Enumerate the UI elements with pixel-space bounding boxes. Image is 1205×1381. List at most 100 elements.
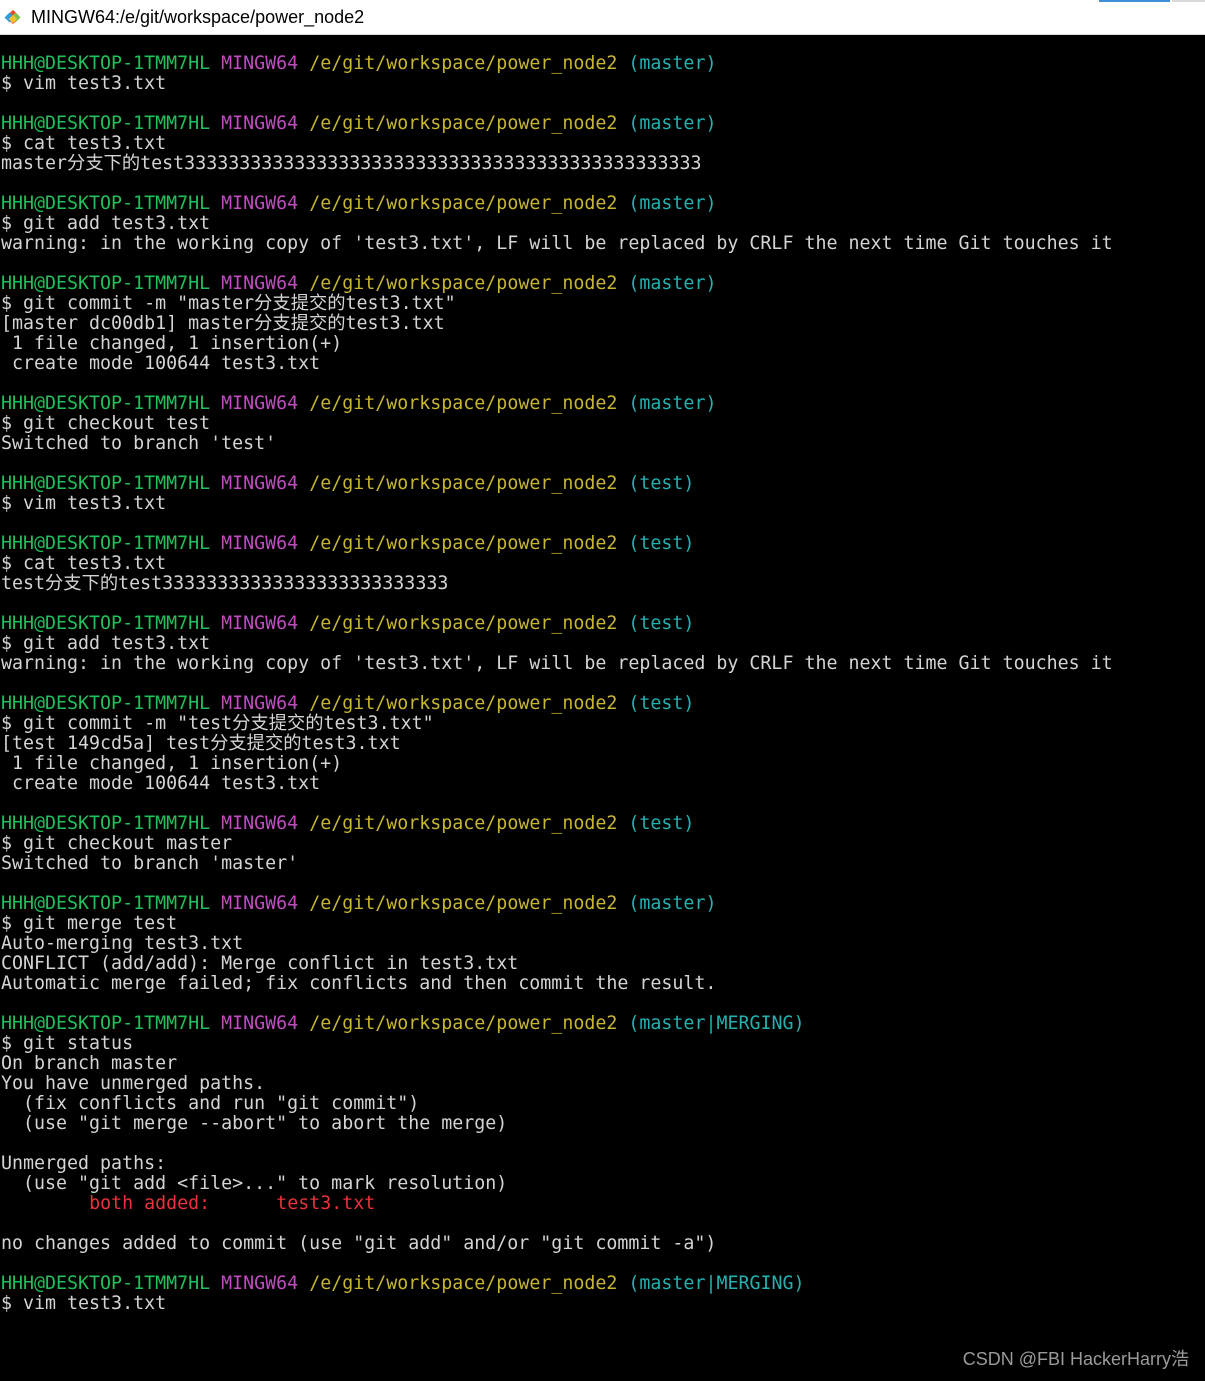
- prompt-branch: (test): [628, 613, 695, 634]
- output-line: warning: in the working copy of 'test3.t…: [1, 233, 1113, 254]
- prompt-branch: (master): [628, 393, 717, 414]
- output-line: warning: in the working copy of 'test3.t…: [1, 653, 1113, 674]
- output-line: $ git checkout master: [1, 833, 233, 854]
- output-line: $ git commit -m "master分支提交的test3.txt": [1, 293, 456, 314]
- prompt-path: /e/git/workspace/power_node2: [309, 533, 618, 554]
- window-titlebar[interactable]: MINGW64:/e/git/workspace/power_node2: [0, 0, 1205, 35]
- prompt-path: /e/git/workspace/power_node2: [309, 113, 618, 134]
- prompt-branch: (master|MERGING): [628, 1273, 805, 1294]
- output-line: Unmerged paths:: [1, 1153, 167, 1174]
- output-line: $ git merge test: [1, 913, 178, 934]
- prompt-env: MINGW64: [221, 1273, 299, 1294]
- prompt-line: HHH@DESKTOP-1TMM7HL MINGW64 /e/git/works…: [1, 54, 716, 74]
- output-line: create mode 100644 test3.txt: [1, 773, 321, 794]
- prompt-env: MINGW64: [221, 193, 299, 214]
- prompt-line: HHH@DESKTOP-1TMM7HL MINGW64 /e/git/works…: [1, 274, 716, 294]
- prompt-line: HHH@DESKTOP-1TMM7HL MINGW64 /e/git/works…: [1, 1014, 805, 1034]
- terminal-output[interactable]: HHH@DESKTOP-1TMM7HL MINGW64 /e/git/works…: [0, 54, 1205, 1381]
- prompt-user-host: HHH@DESKTOP-1TMM7HL: [1, 53, 211, 74]
- prompt-env: MINGW64: [221, 533, 299, 554]
- prompt-line: HHH@DESKTOP-1TMM7HL MINGW64 /e/git/works…: [1, 394, 716, 414]
- prompt-path: /e/git/workspace/power_node2: [309, 1273, 618, 1294]
- prompt-line: HHH@DESKTOP-1TMM7HL MINGW64 /e/git/works…: [1, 894, 716, 914]
- prompt-branch: (master): [628, 53, 717, 74]
- output-line: 1 file changed, 1 insertion(+): [1, 753, 343, 774]
- output-line: Switched to branch 'test': [1, 433, 277, 454]
- prompt-path: /e/git/workspace/power_node2: [309, 693, 618, 714]
- prompt-line: HHH@DESKTOP-1TMM7HL MINGW64 /e/git/works…: [1, 814, 694, 834]
- prompt-env: MINGW64: [221, 613, 299, 634]
- output-line: $ cat test3.txt: [1, 133, 167, 154]
- output-line: CONFLICT (add/add): Merge conflict in te…: [1, 953, 519, 974]
- conflict-line: both added: test3.txt: [1, 1194, 375, 1214]
- output-line: test分支下的test33333333333333333333333333: [1, 573, 449, 594]
- output-line: (use "git merge --abort" to abort the me…: [1, 1113, 508, 1134]
- prompt-user-host: HHH@DESKTOP-1TMM7HL: [1, 693, 211, 714]
- output-line: $ git checkout test: [1, 413, 211, 434]
- prompt-user-host: HHH@DESKTOP-1TMM7HL: [1, 193, 211, 214]
- output-line: (use "git add <file>..." to mark resolut…: [1, 1173, 508, 1194]
- output-line: [test 149cd5a] test分支提交的test3.txt: [1, 733, 401, 754]
- prompt-path: /e/git/workspace/power_node2: [309, 393, 618, 414]
- output-line: 1 file changed, 1 insertion(+): [1, 333, 343, 354]
- prompt-line: HHH@DESKTOP-1TMM7HL MINGW64 /e/git/works…: [1, 614, 694, 634]
- prompt-path: /e/git/workspace/power_node2: [309, 273, 618, 294]
- conflict-file: test3.txt: [276, 1193, 376, 1214]
- prompt-user-host: HHH@DESKTOP-1TMM7HL: [1, 613, 211, 634]
- conflict-status: both added:: [89, 1193, 211, 1214]
- prompt-branch: (test): [628, 813, 695, 834]
- prompt-env: MINGW64: [221, 473, 299, 494]
- output-line: create mode 100644 test3.txt: [1, 353, 321, 374]
- prompt-branch: (master): [628, 193, 717, 214]
- window-title: MINGW64:/e/git/workspace/power_node2: [31, 7, 365, 27]
- prompt-branch: (master): [628, 273, 717, 294]
- prompt-path: /e/git/workspace/power_node2: [309, 53, 618, 74]
- output-line: On branch master: [1, 1053, 178, 1074]
- prompt-env: MINGW64: [221, 53, 299, 74]
- prompt-path: /e/git/workspace/power_node2: [309, 893, 618, 914]
- output-line: [master dc00db1] master分支提交的test3.txt: [1, 313, 445, 334]
- output-line: Switched to branch 'master': [1, 853, 299, 874]
- prompt-path: /e/git/workspace/power_node2: [309, 473, 618, 494]
- prompt-user-host: HHH@DESKTOP-1TMM7HL: [1, 533, 211, 554]
- prompt-env: MINGW64: [221, 693, 299, 714]
- prompt-line: HHH@DESKTOP-1TMM7HL MINGW64 /e/git/works…: [1, 1274, 805, 1294]
- prompt-line: HHH@DESKTOP-1TMM7HL MINGW64 /e/git/works…: [1, 534, 694, 554]
- prompt-env: MINGW64: [221, 1013, 299, 1034]
- prompt-user-host: HHH@DESKTOP-1TMM7HL: [1, 273, 211, 294]
- prompt-path: /e/git/workspace/power_node2: [309, 1013, 618, 1034]
- output-line: $ vim test3.txt: [1, 73, 167, 94]
- output-line: $ git status: [1, 1033, 134, 1054]
- prompt-branch: (test): [628, 533, 695, 554]
- prompt-user-host: HHH@DESKTOP-1TMM7HL: [1, 813, 211, 834]
- prompt-user-host: HHH@DESKTOP-1TMM7HL: [1, 1273, 211, 1294]
- prompt-path: /e/git/workspace/power_node2: [309, 613, 618, 634]
- prompt-env: MINGW64: [221, 273, 299, 294]
- prompt-line: HHH@DESKTOP-1TMM7HL MINGW64 /e/git/works…: [1, 194, 716, 214]
- prompt-branch: (master): [628, 893, 717, 914]
- output-line: $ git add test3.txt: [1, 213, 211, 234]
- output-line: $ git add test3.txt: [1, 633, 211, 654]
- prompt-user-host: HHH@DESKTOP-1TMM7HL: [1, 893, 211, 914]
- output-line: Auto-merging test3.txt: [1, 933, 244, 954]
- prompt-env: MINGW64: [221, 113, 299, 134]
- output-line: $ cat test3.txt: [1, 553, 167, 574]
- prompt-path: /e/git/workspace/power_node2: [309, 813, 618, 834]
- prompt-line: HHH@DESKTOP-1TMM7HL MINGW64 /e/git/works…: [1, 694, 694, 714]
- prompt-env: MINGW64: [221, 393, 299, 414]
- prompt-user-host: HHH@DESKTOP-1TMM7HL: [1, 113, 211, 134]
- prompt-path: /e/git/workspace/power_node2: [309, 193, 618, 214]
- prompt-user-host: HHH@DESKTOP-1TMM7HL: [1, 1013, 211, 1034]
- prompt-env: MINGW64: [221, 813, 299, 834]
- titlebar-accent-secondary: [1172, 0, 1205, 2]
- git-logo-icon: [4, 8, 22, 26]
- output-line: You have unmerged paths.: [1, 1073, 266, 1094]
- output-line: $ vim test3.txt: [1, 493, 167, 514]
- titlebar-accent: [1099, 0, 1170, 2]
- output-line: no changes added to commit (use "git add…: [1, 1233, 717, 1254]
- prompt-line: HHH@DESKTOP-1TMM7HL MINGW64 /e/git/works…: [1, 114, 716, 134]
- prompt-branch: (master|MERGING): [628, 1013, 805, 1034]
- prompt-branch: (test): [628, 693, 695, 714]
- output-line: (fix conflicts and run "git commit"): [1, 1093, 420, 1114]
- prompt-user-host: HHH@DESKTOP-1TMM7HL: [1, 473, 211, 494]
